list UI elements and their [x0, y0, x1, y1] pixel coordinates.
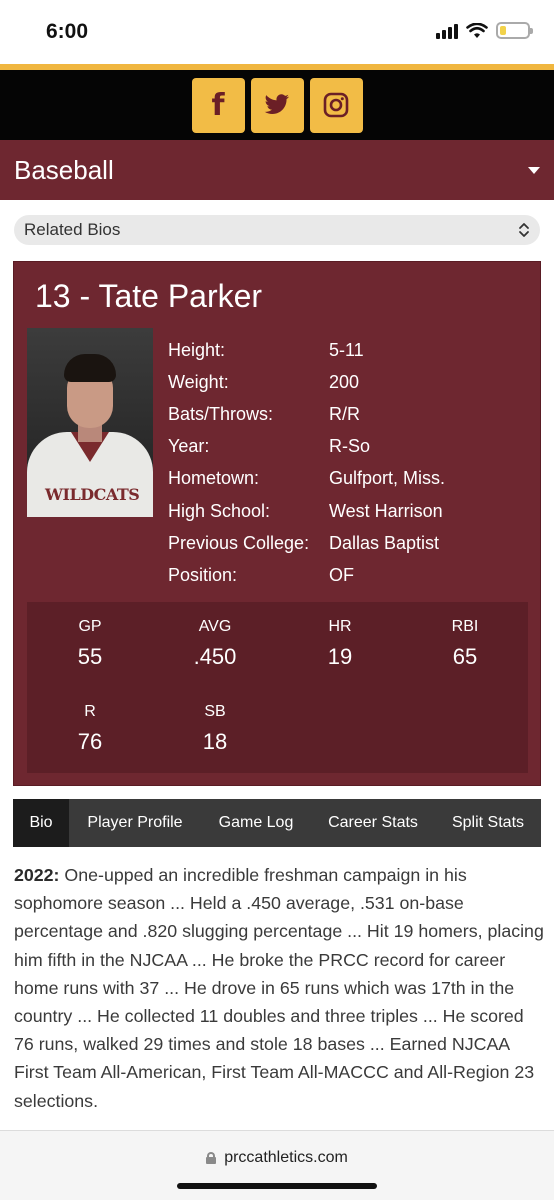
- stat-sb: SB 18: [155, 703, 275, 755]
- facebook-icon: f: [211, 87, 225, 123]
- stat-avg: AVG .450: [155, 618, 275, 670]
- stat-label: SB: [204, 703, 226, 720]
- stat-label: AVG: [198, 618, 232, 635]
- season-stats: GP 55 AVG .450 HR 19 RBI 65 R 76 SB 18: [27, 602, 528, 773]
- url-text: prccathletics.com: [224, 1149, 348, 1166]
- tab-career-stats[interactable]: Career Stats: [311, 799, 435, 847]
- stat-label: RBI: [451, 618, 479, 635]
- info-row: High School: West Harrison: [168, 495, 445, 527]
- related-bios-select[interactable]: Related Bios: [14, 215, 540, 245]
- status-icons: [436, 22, 533, 39]
- stat-label: GP: [78, 618, 102, 635]
- info-value: Dallas Baptist: [329, 532, 440, 553]
- stat-gp: GP 55: [30, 618, 150, 670]
- wifi-icon: [466, 22, 488, 38]
- info-row: Bats/Throws: R/R: [168, 398, 445, 430]
- caret-down-icon: [528, 166, 540, 174]
- info-row: Hometown: Gulfport, Miss.: [168, 463, 445, 495]
- info-value: OF: [329, 564, 354, 585]
- cellular-signal-icon: [436, 23, 458, 39]
- player-card: 13 - Tate Parker WILDCATS Height: 5-11 We…: [13, 261, 541, 786]
- stat-value: 55: [77, 644, 103, 669]
- info-label: High School:: [168, 500, 271, 521]
- stat-rbi: RBI 65: [405, 618, 525, 670]
- info-label: Bats/Throws:: [168, 403, 274, 424]
- player-photo: WILDCATS: [27, 328, 153, 517]
- bio-tabs: Bio Player Profile Game Log Career Stats…: [13, 799, 541, 847]
- player-name: 13 - Tate Parker: [35, 278, 263, 314]
- info-row: Position: OF: [168, 559, 445, 591]
- info-value: Gulfport, Miss.: [329, 468, 446, 489]
- tab-bio[interactable]: Bio: [13, 799, 69, 847]
- home-indicator[interactable]: [177, 1183, 377, 1189]
- sport-title: Baseball: [14, 154, 114, 185]
- info-label: Weight:: [168, 371, 229, 392]
- status-bar: 6:00: [0, 0, 554, 64]
- related-bios-label: Related Bios: [24, 220, 121, 239]
- photo-jersey-text: WILDCATS: [45, 485, 140, 504]
- instagram-icon: [323, 92, 349, 118]
- info-row: Previous College: Dallas Baptist: [168, 527, 445, 559]
- stat-value: .450: [193, 644, 237, 669]
- stat-hr: HR 19: [280, 618, 400, 670]
- browser-bottom-bar: prccathletics.com: [0, 1130, 554, 1200]
- info-row: Weight: 200: [168, 366, 445, 398]
- twitter-icon: [264, 94, 290, 114]
- social-bar: f: [0, 70, 554, 140]
- tab-split-stats[interactable]: Split Stats: [435, 799, 541, 847]
- twitter-button[interactable]: [250, 77, 304, 133]
- info-value: R-So: [329, 436, 371, 457]
- info-value: R/R: [329, 403, 360, 424]
- info-label: Year:: [168, 436, 210, 457]
- player-info-table: Height: 5-11 Weight: 200 Bats/Throws: R/R Y…: [168, 334, 445, 592]
- instagram-button[interactable]: [309, 77, 363, 133]
- bio-year: 2022:: [14, 865, 60, 885]
- info-value: 5-11: [329, 339, 364, 360]
- chevron-updown-icon: [519, 223, 529, 237]
- stat-label: HR: [328, 618, 352, 635]
- stat-value: 65: [452, 644, 478, 669]
- info-value: West Harrison: [329, 500, 443, 521]
- tab-game-log[interactable]: Game Log: [201, 799, 311, 847]
- bio-text: 2022: One-upped an incredible freshman c…: [14, 861, 544, 1115]
- info-label: Hometown:: [168, 468, 260, 489]
- stat-label: R: [84, 703, 96, 720]
- info-label: Height:: [168, 339, 226, 360]
- info-row: Height: 5-11: [168, 334, 445, 366]
- address-bar[interactable]: prccathletics.com: [0, 1149, 554, 1167]
- info-label: Previous College:: [168, 532, 310, 553]
- tab-player-profile[interactable]: Player Profile: [69, 799, 201, 847]
- stat-r: R 76: [30, 703, 150, 755]
- bio-body: One-upped an incredible freshman campaig…: [14, 865, 544, 1111]
- stat-value: 18: [202, 729, 228, 754]
- stat-value: 76: [77, 729, 103, 754]
- info-label: Position:: [168, 564, 238, 585]
- info-row: Year: R-So: [168, 431, 445, 463]
- sport-menu-toggle[interactable]: Baseball: [0, 140, 554, 200]
- status-time: 6:00: [46, 20, 89, 43]
- lock-icon: [206, 1152, 217, 1164]
- facebook-button[interactable]: f: [191, 77, 245, 133]
- battery-icon: [496, 22, 533, 39]
- info-value: 200: [329, 371, 360, 392]
- stat-value: 19: [327, 644, 353, 669]
